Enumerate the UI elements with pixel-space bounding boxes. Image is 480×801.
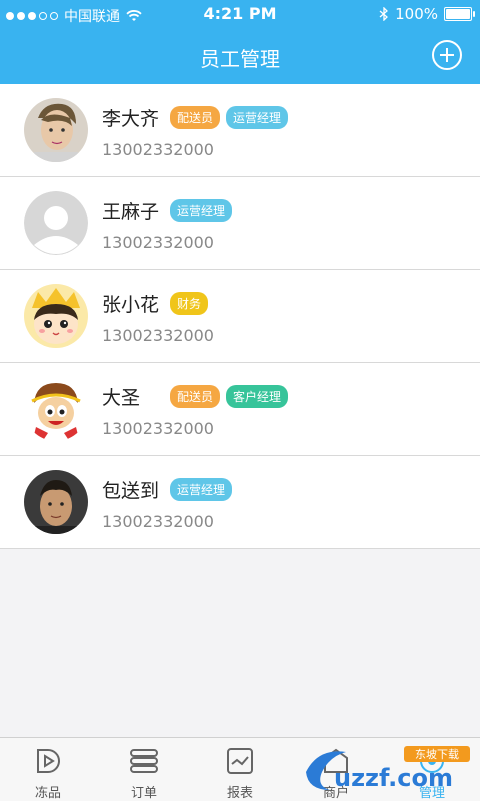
- tab-report[interactable]: 报表: [192, 738, 288, 801]
- role-tags: 财务: [170, 292, 209, 315]
- employee-name: 张小花: [102, 294, 160, 316]
- frozen-goods-icon: [37, 749, 60, 773]
- watermark-logo: 东坡下载 uzzf.com: [300, 742, 475, 796]
- role-tags: 配送员 客户经理: [170, 385, 289, 408]
- role-tag: 财务: [170, 292, 209, 315]
- employee-name: 李大齐: [102, 108, 160, 130]
- role-tag: 客户经理: [226, 385, 289, 408]
- battery-icon: [444, 7, 475, 21]
- report-icon: [227, 748, 253, 774]
- tab-label: 冻品: [34, 786, 61, 801]
- employee-phone: 13002332000: [102, 512, 214, 531]
- avatar: [24, 98, 88, 162]
- avatar: [24, 377, 88, 441]
- watermark-badge: 东坡下载: [415, 748, 459, 761]
- orders-icon: [130, 749, 158, 773]
- list-item[interactable]: 包送到 运营经理 13002332000: [0, 456, 480, 549]
- list-item[interactable]: 张小花 财务 13002332000: [0, 270, 480, 363]
- watermark-text: uzzf.com: [334, 764, 453, 792]
- employee-phone: 13002332000: [102, 419, 214, 438]
- role-tag: 运营经理: [226, 106, 289, 129]
- tab-label: 订单: [130, 786, 157, 801]
- tab-label: 报表: [226, 786, 253, 801]
- employee-phone: 13002332000: [102, 326, 214, 345]
- employee-phone: 13002332000: [102, 233, 214, 252]
- default-avatar-icon: [24, 191, 88, 255]
- role-tags: 运营经理: [170, 478, 233, 501]
- list-item[interactable]: 大圣 配送员 客户经理 13002332000: [0, 363, 480, 456]
- employee-phone: 13002332000: [102, 140, 214, 159]
- list-item[interactable]: 王麻子 运营经理 13002332000: [0, 177, 480, 270]
- role-tags: 运营经理: [170, 199, 233, 222]
- tab-orders[interactable]: 订单: [96, 738, 192, 801]
- role-tag: 运营经理: [170, 199, 233, 222]
- employee-name: 包送到: [102, 480, 160, 502]
- bluetooth-icon: [379, 7, 389, 21]
- status-right: 100%: [379, 5, 475, 23]
- employee-name: 王麻子: [102, 201, 160, 223]
- status-bar: 中国联通 4:21 PM 100%: [0, 0, 480, 28]
- battery-percent: 100%: [395, 5, 438, 23]
- role-tags: 配送员 运营经理: [170, 106, 289, 129]
- page-title: 员工管理: [200, 47, 280, 71]
- nav-header: 员工管理: [0, 28, 480, 84]
- employee-list: 李大齐 配送员 运营经理 13002332000 王麻子 运营经理 130023…: [0, 84, 480, 549]
- role-tag: 配送员: [170, 106, 221, 129]
- avatar: [24, 284, 88, 348]
- tab-frozen-goods[interactable]: 冻品: [0, 738, 96, 801]
- employee-name: 大圣: [102, 387, 141, 409]
- avatar: [24, 470, 88, 534]
- list-item[interactable]: 李大齐 配送员 运营经理 13002332000: [0, 84, 480, 177]
- role-tag: 配送员: [170, 385, 221, 408]
- role-tag: 运营经理: [170, 478, 233, 501]
- add-employee-button[interactable]: [432, 40, 462, 70]
